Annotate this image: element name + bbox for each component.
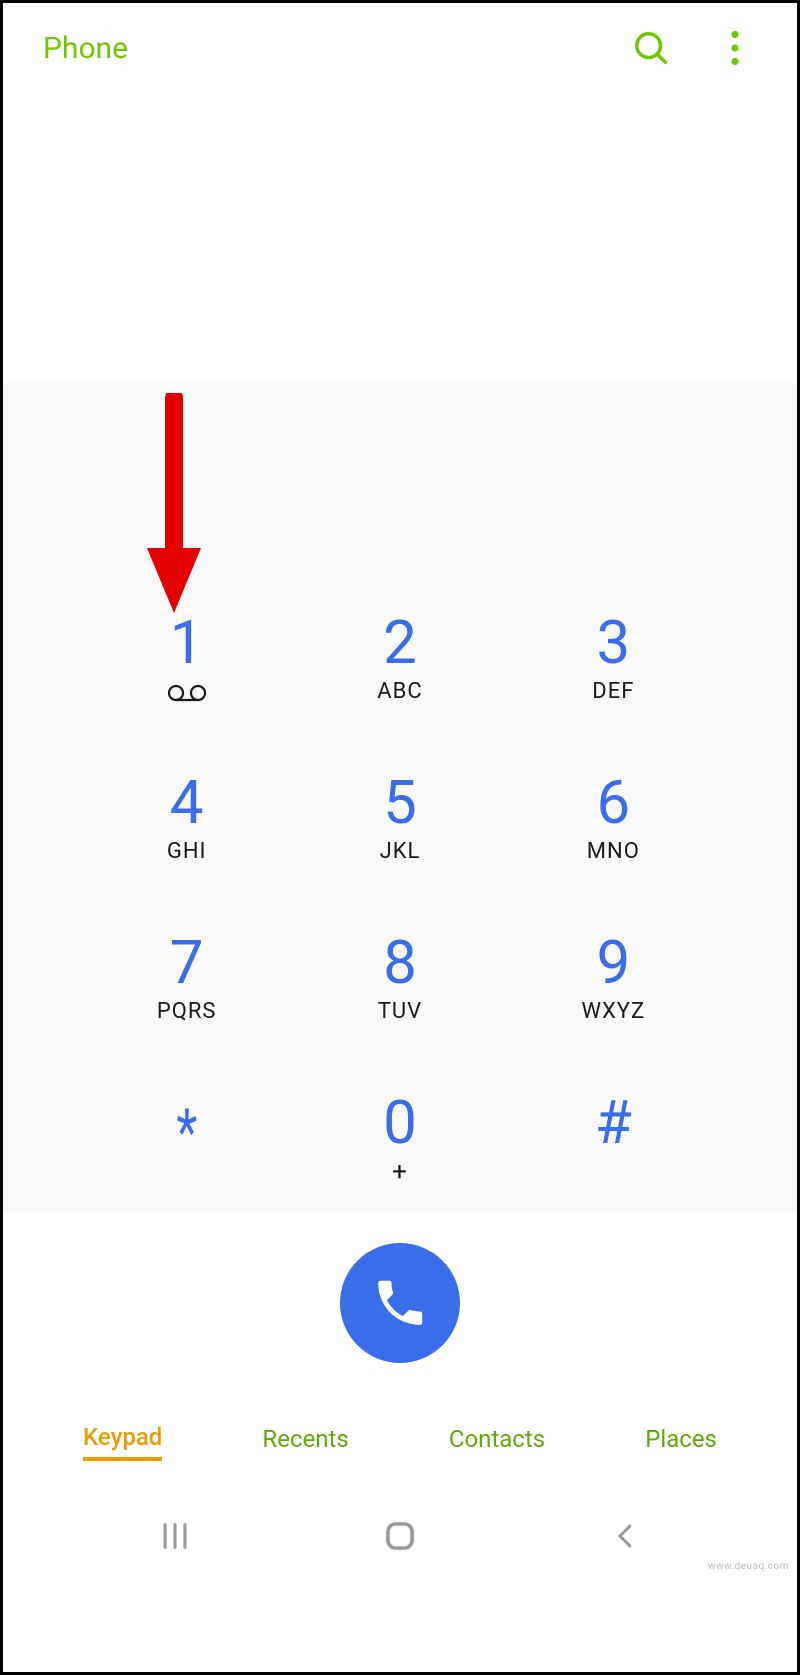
key-letters: PQRS (157, 999, 217, 1024)
key-digit: 3 (596, 613, 630, 673)
key-letters: JKL (380, 839, 421, 864)
key-digit: * (176, 1101, 197, 1165)
voicemail-icon (167, 683, 207, 707)
nav-recent-icon[interactable] (145, 1506, 205, 1566)
key-4[interactable]: 4 GHI (80, 773, 293, 883)
bottom-tabs: Keypad Recents Contacts Places (3, 1413, 797, 1491)
dial-keypad: 1 2 ABC 3 DEF 4 GHI 5 JKL 6 (80, 613, 720, 1203)
key-digit: 6 (596, 773, 630, 833)
key-letters: GHI (167, 839, 207, 864)
tab-keypad[interactable]: Keypad (83, 1423, 162, 1461)
dialed-number-display (3, 93, 797, 383)
key-star[interactable]: * (80, 1093, 293, 1203)
key-2[interactable]: 2 ABC (293, 613, 506, 723)
key-plus: + (392, 1157, 408, 1187)
call-button[interactable] (340, 1243, 460, 1363)
key-digit: 7 (170, 933, 204, 993)
more-icon[interactable] (713, 26, 757, 70)
key-letters: WXYZ (581, 999, 645, 1024)
nav-back-icon[interactable] (595, 1506, 655, 1566)
watermark: www.deuaq.com (708, 1561, 789, 1572)
header-actions (629, 26, 757, 70)
key-digit: 2 (383, 613, 417, 673)
key-7[interactable]: 7 PQRS (80, 933, 293, 1043)
key-digit: 1 (170, 613, 204, 673)
search-icon[interactable] (629, 26, 673, 70)
call-row (3, 1213, 797, 1413)
key-3[interactable]: 3 DEF (507, 613, 720, 723)
app-title: Phone (43, 31, 629, 66)
key-8[interactable]: 8 TUV (293, 933, 506, 1043)
tab-places[interactable]: Places (645, 1425, 717, 1459)
key-digit: 8 (383, 933, 417, 993)
key-letters: TUV (378, 999, 422, 1024)
annotation-arrow (139, 393, 209, 623)
tab-contacts[interactable]: Contacts (449, 1425, 545, 1459)
app-header: Phone (3, 3, 797, 93)
key-digit: # (595, 1093, 632, 1153)
key-0[interactable]: 0 + (293, 1093, 506, 1203)
key-1[interactable]: 1 (80, 613, 293, 723)
nav-home-icon[interactable] (370, 1506, 430, 1566)
key-letters: MNO (587, 839, 640, 864)
key-9[interactable]: 9 WXYZ (507, 933, 720, 1043)
key-letters: ABC (377, 679, 422, 704)
key-6[interactable]: 6 MNO (507, 773, 720, 883)
key-digit: 5 (383, 773, 417, 833)
key-letters: DEF (592, 679, 634, 704)
key-digit: 9 (596, 933, 630, 993)
system-navbar (3, 1491, 797, 1581)
key-hash[interactable]: # (507, 1093, 720, 1203)
key-5[interactable]: 5 JKL (293, 773, 506, 883)
key-digit: 4 (170, 773, 204, 833)
key-digit: 0 (383, 1093, 417, 1153)
tab-recents[interactable]: Recents (262, 1425, 348, 1459)
keypad-area: 1 2 ABC 3 DEF 4 GHI 5 JKL 6 (3, 383, 797, 1213)
